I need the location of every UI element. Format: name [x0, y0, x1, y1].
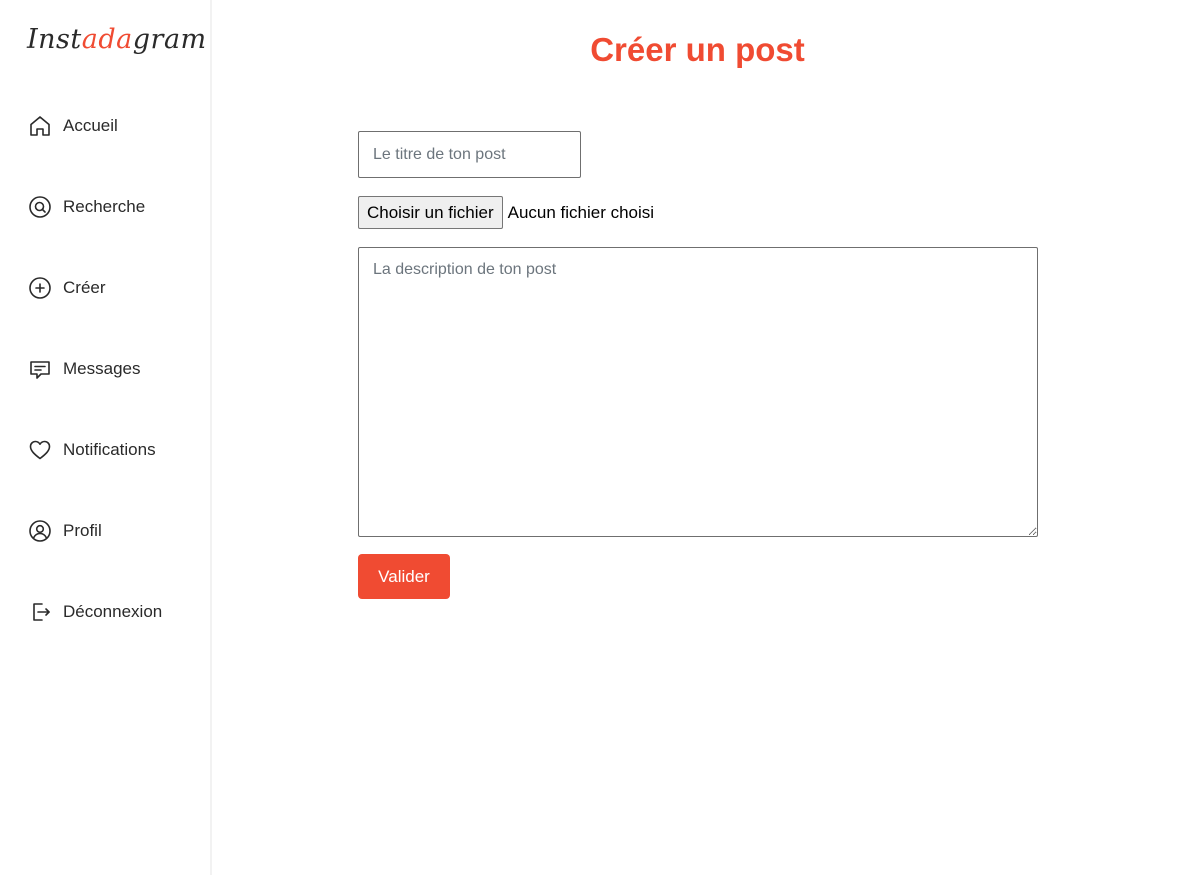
page-title: Créer un post — [590, 31, 805, 68]
choose-file-button[interactable]: Choisir un fichier — [358, 196, 503, 229]
sidebar-item-profil[interactable]: Profil — [27, 516, 162, 546]
post-title-input[interactable] — [358, 131, 581, 178]
sidebar-nav: Accueil Recherche Créer Messages Notific… — [27, 111, 162, 678]
file-picker: Choisir un fichier Aucun fichier choisi — [358, 196, 654, 229]
sidebar-item-label: Messages — [63, 359, 141, 378]
submit-button[interactable]: Valider — [358, 554, 450, 599]
logo-prefix: Inst — [27, 24, 82, 55]
sidebar-item-label: Notifications — [63, 440, 156, 459]
file-status: Aucun fichier choisi — [507, 202, 655, 222]
sidebar-item-label: Accueil — [63, 116, 118, 135]
sidebar: Instadagram Accueil Recherche Créer Mess… — [0, 0, 212, 875]
home-icon — [27, 113, 53, 139]
search-icon — [27, 194, 53, 220]
plus-circle-icon — [27, 275, 53, 301]
sidebar-item-recherche[interactable]: Recherche — [27, 192, 162, 222]
sidebar-item-notifications[interactable]: Notifications — [27, 435, 162, 465]
logo-suffix: gram — [132, 24, 207, 55]
sidebar-item-deconnexion[interactable]: Déconnexion — [27, 597, 162, 627]
message-icon — [27, 356, 53, 382]
sidebar-item-messages[interactable]: Messages — [27, 354, 162, 384]
sidebar-item-label: Profil — [63, 521, 102, 540]
logout-icon — [27, 599, 53, 625]
sidebar-item-accueil[interactable]: Accueil — [27, 111, 162, 141]
sidebar-item-creer[interactable]: Créer — [27, 273, 162, 303]
sidebar-item-label: Déconnexion — [63, 602, 163, 621]
main-content: Créer un post Choisir un fichier Aucun f… — [214, 0, 1179, 875]
logo-accent: ada — [81, 24, 133, 55]
sidebar-item-label: Créer — [63, 278, 106, 297]
logo[interactable]: Instadagram — [27, 24, 207, 55]
user-circle-icon — [27, 518, 53, 544]
heart-icon — [27, 437, 53, 463]
sidebar-item-label: Recherche — [63, 197, 146, 216]
post-description-textarea[interactable] — [358, 247, 1038, 537]
